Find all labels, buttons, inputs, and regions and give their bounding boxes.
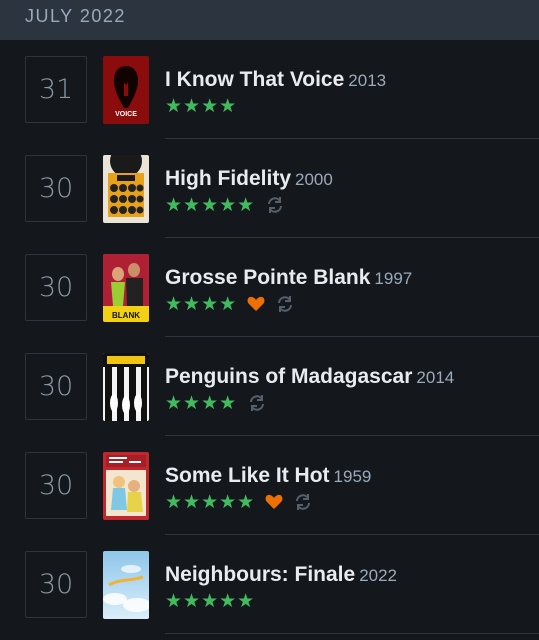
entry-meta: ★★★★ bbox=[165, 392, 267, 414]
day-box[interactable]: 30 bbox=[25, 353, 87, 420]
title-line: Some Like It Hot 1959 bbox=[165, 464, 371, 488]
poster-grosse-pointe-blank[interactable]: BLANK bbox=[103, 254, 149, 322]
day-box[interactable]: 30 bbox=[25, 551, 87, 618]
day-box[interactable]: 31 bbox=[25, 56, 87, 123]
film-title[interactable]: Grosse Pointe Blank bbox=[165, 266, 370, 289]
film-title[interactable]: Some Like It Hot bbox=[165, 464, 330, 487]
entry-meta: ★★★★★ bbox=[165, 194, 285, 216]
poster-some-like-it-hot[interactable] bbox=[103, 452, 149, 520]
month-header: JULY 2022 bbox=[0, 0, 539, 40]
diary-entry[interactable]: 30 High Fidelity 2000 ★★★★★ bbox=[0, 139, 539, 238]
star-rating: ★★★★ bbox=[165, 94, 238, 117]
diary-entry[interactable]: 30 Some Like It Hot 1959 ★★★★★ bbox=[0, 436, 539, 535]
star-rating: ★★★★★ bbox=[165, 193, 256, 216]
film-title[interactable]: Penguins of Madagascar bbox=[165, 365, 412, 388]
diary-entry[interactable]: 31 VOICE I Know That Voice 2013 ★★★★ bbox=[0, 40, 539, 139]
day-box[interactable]: 30 bbox=[25, 452, 87, 519]
day-box[interactable]: 30 bbox=[25, 155, 87, 222]
diary-entry[interactable]: 30 BLANK Grosse Pointe Blank 1997 ★★★★ bbox=[0, 238, 539, 337]
film-year[interactable]: 1959 bbox=[334, 467, 372, 486]
title-line: High Fidelity 2000 bbox=[165, 167, 333, 191]
film-title[interactable]: I Know That Voice bbox=[165, 68, 344, 91]
poster-high-fidelity[interactable] bbox=[103, 155, 149, 223]
rewatch-icon bbox=[296, 494, 311, 510]
star-rating: ★★★★★ bbox=[165, 490, 256, 513]
diary-entry[interactable]: 30 Penguins of Madagascar 2014 ★★★★ bbox=[0, 337, 539, 436]
film-title[interactable]: Neighbours: Finale bbox=[165, 563, 355, 586]
star-rating: ★★★★★ bbox=[165, 589, 256, 612]
poster-neighbours-finale[interactable] bbox=[103, 551, 149, 619]
title-line: Penguins of Madagascar 2014 bbox=[165, 365, 454, 389]
svg-text:VOICE: VOICE bbox=[115, 111, 137, 118]
poster-i-know-that-voice[interactable]: VOICE bbox=[103, 56, 149, 124]
entry-meta: ★★★★ bbox=[165, 95, 237, 117]
film-year[interactable]: 1997 bbox=[374, 269, 412, 288]
film-year[interactable]: 2022 bbox=[359, 566, 397, 585]
title-line: Neighbours: Finale 2022 bbox=[165, 563, 397, 587]
poster-penguins-of-madagascar[interactable] bbox=[103, 353, 149, 421]
heart-icon bbox=[265, 494, 283, 509]
film-year[interactable]: 2014 bbox=[416, 368, 454, 387]
entry-meta: ★★★★ bbox=[165, 293, 295, 315]
film-year[interactable]: 2013 bbox=[348, 71, 386, 90]
title-line: Grosse Pointe Blank 1997 bbox=[165, 266, 412, 290]
title-line: I Know That Voice 2013 bbox=[165, 68, 386, 92]
entry-meta: ★★★★★ bbox=[165, 590, 255, 612]
svg-text:BLANK: BLANK bbox=[112, 311, 140, 320]
rewatch-icon bbox=[268, 197, 283, 213]
rewatch-icon bbox=[278, 296, 293, 312]
film-year[interactable]: 2000 bbox=[295, 170, 333, 189]
divider bbox=[165, 633, 539, 634]
heart-icon bbox=[247, 296, 265, 311]
day-box[interactable]: 30 bbox=[25, 254, 87, 321]
star-rating: ★★★★ bbox=[165, 292, 238, 315]
month-label: JULY 2022 bbox=[25, 6, 126, 26]
entry-meta: ★★★★★ bbox=[165, 491, 313, 513]
star-rating: ★★★★ bbox=[165, 391, 238, 414]
diary-entry[interactable]: 30 Neighbours: Finale 2022 ★★★★★ bbox=[0, 535, 539, 634]
rewatch-icon bbox=[250, 395, 265, 411]
film-title[interactable]: High Fidelity bbox=[165, 167, 291, 190]
